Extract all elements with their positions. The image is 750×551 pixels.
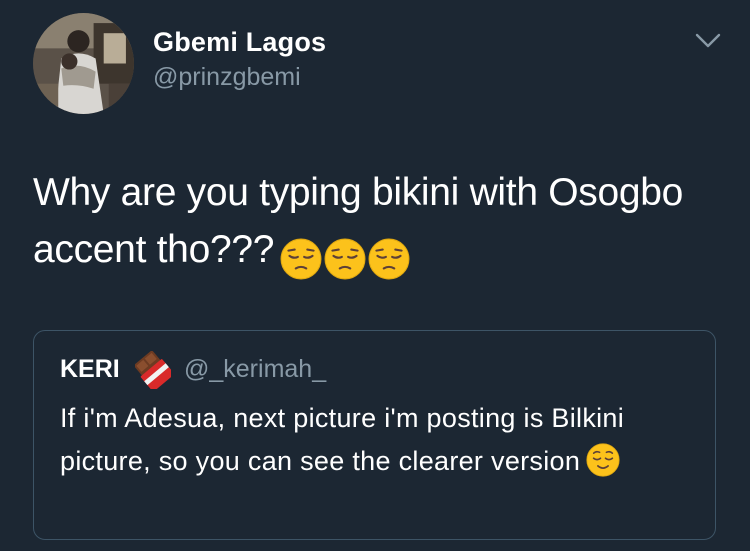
chevron-down-icon[interactable] — [695, 33, 721, 49]
tweet-card: Gbemi Lagos @prinzgbemi Why are you typi… — [0, 0, 750, 551]
author-display-name[interactable]: Gbemi Lagos — [153, 27, 326, 58]
pensive-face-icon — [324, 238, 366, 280]
avatar-photo-icon — [33, 13, 134, 114]
avatar[interactable] — [33, 13, 134, 114]
quoted-body: If i'm Adesua, next picture i'm posting … — [60, 403, 625, 476]
relieved-face-icon — [586, 443, 620, 477]
pensive-face-icon — [368, 238, 410, 280]
quoted-display-name: KERI — [60, 355, 120, 383]
quoted-tweet[interactable]: KERI @_kerimah_ If i'm Adesua, next pict… — [33, 330, 716, 540]
emoji-row — [280, 228, 412, 285]
chocolate-bar-icon — [135, 351, 171, 389]
quoted-text: If i'm Adesua, next picture i'm posting … — [60, 397, 700, 483]
quoted-handle: @_kerimah_ — [184, 355, 327, 383]
author-handle[interactable]: @prinzgbemi — [153, 63, 301, 92]
tweet-text: Why are you typing bikini with Osogbo ac… — [33, 164, 733, 285]
pensive-face-icon — [280, 238, 322, 280]
